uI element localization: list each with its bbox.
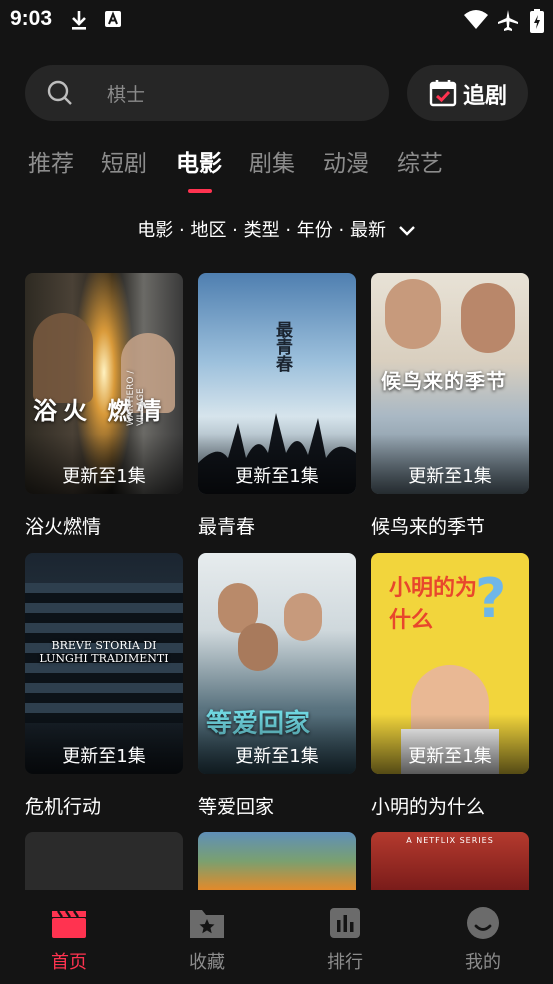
chevron-down-icon xyxy=(398,226,415,236)
follow-button-label: 追剧 xyxy=(463,84,508,109)
filter-label: 电影 · 地区 · 类型 · 年份 · 最新 xyxy=(137,220,386,241)
search-placeholder: 棋士 xyxy=(107,84,146,106)
movie-card[interactable]: 最青春 更新至1集 最青春 xyxy=(198,273,356,539)
movie-title: 小明的为什么 xyxy=(371,796,486,818)
episode-badge-text: 更新至1集 xyxy=(235,466,319,487)
episode-badge-text: 更新至1集 xyxy=(62,466,146,487)
poster-figure xyxy=(461,283,515,353)
filter-selector[interactable]: 电影 · 地区 · 类型 · 年份 · 最新 xyxy=(0,216,553,242)
airplane-icon xyxy=(498,10,518,31)
poster-subtitle: WAR HERO / VILLAGE xyxy=(126,370,146,426)
movie-card[interactable]: 候鸟来的季节 更新至1集 候鸟来的季节 xyxy=(371,273,529,539)
nav-ranking-label: 排行 xyxy=(327,952,363,973)
poster-title: 最青春 xyxy=(272,321,292,372)
nav-profile-label: 我的 xyxy=(465,952,501,973)
movie-card[interactable]: 浴火 燃情 WAR HERO / VILLAGE 更新至1集 浴火燃情 xyxy=(25,273,183,539)
smiley-icon xyxy=(467,907,499,939)
movie-poster: 候鸟来的季节 更新至1集 xyxy=(371,273,529,494)
episode-badge: 更新至1集 xyxy=(25,434,183,494)
movie-poster: 等爱回家 更新至1集 xyxy=(198,553,356,774)
a-notification-icon xyxy=(105,11,121,27)
movie-poster xyxy=(198,832,356,890)
movie-title: 候鸟来的季节 xyxy=(371,516,486,538)
movie-title: 危机行动 xyxy=(25,796,102,818)
download-icon xyxy=(72,11,86,30)
poster-figure xyxy=(33,313,93,403)
movie-poster: 浴火 燃情 WAR HERO / VILLAGE 更新至1集 xyxy=(25,273,183,494)
movie-title: 浴火燃情 xyxy=(25,516,102,538)
battery-icon xyxy=(530,9,544,33)
follow-button[interactable]: 追剧 xyxy=(407,65,528,121)
search-bar[interactable]: 棋士 xyxy=(25,65,389,121)
nav-favorites[interactable]: 收藏 xyxy=(138,890,276,984)
nav-ranking[interactable]: 排行 xyxy=(276,890,414,984)
episode-badge-text: 更新至1集 xyxy=(62,746,146,767)
movie-card[interactable]: 等爱回家 更新至1集 等爱回家 xyxy=(198,553,356,819)
status-time: 9:03 xyxy=(10,7,53,30)
movie-title: 等爱回家 xyxy=(198,796,275,818)
question-mark-icon: ? xyxy=(475,567,507,630)
poster-figure xyxy=(284,593,322,641)
tab-anime[interactable]: 动漫 xyxy=(323,144,369,178)
poster-title: 浴火 燃情 xyxy=(33,397,168,425)
bar-chart-icon xyxy=(330,908,360,938)
status-bar: 9:03 xyxy=(0,0,553,40)
poster-title: 小明的为什么 xyxy=(389,576,478,633)
search-icon xyxy=(47,80,72,105)
movie-card[interactable] xyxy=(25,832,183,890)
episode-badge-text: 更新至1集 xyxy=(235,746,319,767)
nav-profile[interactable]: 我的 xyxy=(414,890,552,984)
tab-series[interactable]: 剧集 xyxy=(249,144,295,178)
active-tab-indicator xyxy=(188,189,212,193)
clapperboard-icon xyxy=(52,910,86,938)
tab-recommend[interactable]: 推荐 xyxy=(28,144,74,178)
episode-badge: 更新至1集 xyxy=(371,714,529,774)
calendar-check-icon xyxy=(429,80,457,107)
episode-badge: 更新至1集 xyxy=(198,434,356,494)
poster-label: A NETFLIX SERIES xyxy=(406,836,494,845)
movie-title: 最青春 xyxy=(198,516,256,538)
nav-home-label: 首页 xyxy=(51,952,87,973)
tab-variety[interactable]: 综艺 xyxy=(397,144,443,178)
tab-movie[interactable]: 电影 xyxy=(176,144,222,178)
episode-badge-text: 更新至1集 xyxy=(408,746,492,767)
wifi-icon xyxy=(464,10,488,29)
episode-badge: 更新至1集 xyxy=(25,714,183,774)
movie-card[interactable]: 小明的为什么 ? 更新至1集 小明的为什么 xyxy=(371,553,529,819)
movie-card[interactable]: BREVE STORIA DI LUNGHI TRADIMENTI 更新至1集 … xyxy=(25,553,183,819)
episode-badge: 更新至1集 xyxy=(371,434,529,494)
poster-title: 候鸟来的季节 xyxy=(381,369,507,393)
poster-figure xyxy=(385,279,441,349)
movie-poster: BREVE STORIA DI LUNGHI TRADIMENTI 更新至1集 xyxy=(25,553,183,774)
movie-poster: 最青春 更新至1集 xyxy=(198,273,356,494)
bottom-nav: 首页 收藏 排行 我的 xyxy=(0,890,553,984)
movie-card[interactable] xyxy=(198,832,356,890)
tab-short-drama[interactable]: 短剧 xyxy=(101,144,147,178)
folder-star-icon xyxy=(190,910,224,938)
movie-poster: A NETFLIX SERIES xyxy=(371,832,529,890)
nav-home[interactable]: 首页 xyxy=(0,890,138,984)
poster-figure xyxy=(238,623,278,671)
poster-title: BREVE STORIA DI LUNGHI TRADIMENTI xyxy=(39,639,169,665)
movie-card[interactable]: A NETFLIX SERIES xyxy=(371,832,529,890)
movie-poster: 小明的为什么 ? 更新至1集 xyxy=(371,553,529,774)
episode-badge: 更新至1集 xyxy=(198,714,356,774)
episode-badge-text: 更新至1集 xyxy=(408,466,492,487)
movie-poster xyxy=(25,832,183,890)
nav-favorites-label: 收藏 xyxy=(189,952,225,973)
